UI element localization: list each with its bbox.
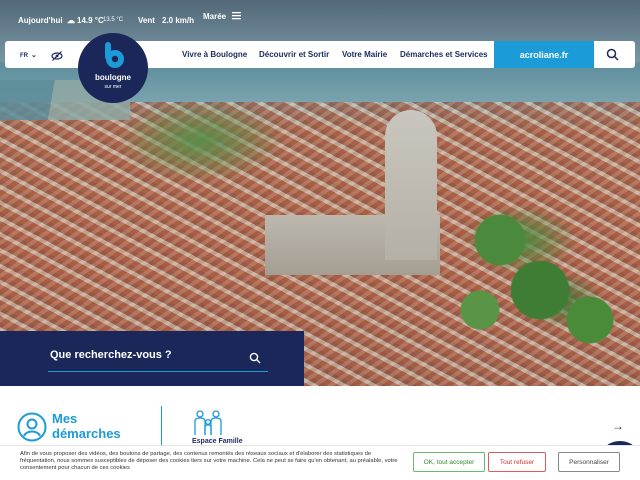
cookie-refuse-button[interactable]: Tout refuser xyxy=(488,452,546,472)
demarches-title[interactable]: Mes démarches xyxy=(52,411,121,441)
cookie-accept-button[interactable]: OK, tout accepter xyxy=(413,452,485,472)
logo-subtitle: sur mer xyxy=(104,84,122,90)
language-selector[interactable]: FR ⌄ xyxy=(20,51,37,59)
weather-bar: Aujourd'hui ☁ 14.9 °C 13.5 °C Vent 2.0 k… xyxy=(0,0,640,34)
search-panel[interactable]: Que recherchez-vous ? xyxy=(0,331,304,386)
accessibility-eye-icon[interactable] xyxy=(51,49,63,61)
logo-wordmark: boulogne xyxy=(95,73,131,82)
acroliane-button[interactable]: acroliane.fr xyxy=(494,41,594,68)
demarches-title-line1: Mes xyxy=(52,411,78,426)
nav-item-demarches[interactable]: Démarches et Services xyxy=(400,50,488,59)
logo-b-mark-icon xyxy=(99,41,127,71)
weather-today-label: Aujourd'hui xyxy=(18,16,63,25)
user-circle-icon xyxy=(17,412,47,442)
cookie-text: Afin de vous proposer des vidéos, des bo… xyxy=(20,451,398,471)
demarches-title-line2: démarches xyxy=(52,426,121,441)
cookie-customize-button[interactable]: Personnaliser xyxy=(558,452,620,472)
chevron-down-icon: ⌄ xyxy=(31,52,37,59)
search-panel-icon[interactable] xyxy=(249,351,261,364)
cloud-icon: ☁ xyxy=(67,16,75,25)
family-icon[interactable] xyxy=(192,409,224,437)
site-logo[interactable]: boulogne sur mer xyxy=(78,33,148,103)
nav-item-mairie[interactable]: Votre Mairie xyxy=(342,50,387,59)
language-label: FR xyxy=(20,53,28,59)
espace-famille-label[interactable]: Espace Famille xyxy=(192,438,243,445)
hero-cathedral-dome xyxy=(385,110,437,260)
hero-trees xyxy=(440,200,640,350)
weather-wind-label: Vent xyxy=(138,16,155,25)
weather-temp: 14.9 °C xyxy=(77,16,104,25)
search-label[interactable]: Que recherchez-vous ? xyxy=(50,349,172,361)
arrow-right-icon[interactable]: → xyxy=(612,419,624,433)
demarches-divider xyxy=(161,406,162,446)
nav-item-vivre[interactable]: Vivre à Boulogne xyxy=(182,50,247,59)
weather-tide-label[interactable]: Marée xyxy=(203,12,226,21)
tide-icon[interactable] xyxy=(232,11,241,22)
weather-temp-min: 13.5 °C xyxy=(103,17,124,23)
search-icon[interactable] xyxy=(606,48,619,61)
weather-wind-value: 2.0 km/h xyxy=(162,16,195,25)
nav-item-decouvrir[interactable]: Découvrir et Sortir xyxy=(259,50,329,59)
cookie-banner: Afin de vous proposer des vidéos, des bo… xyxy=(0,445,640,480)
search-underline xyxy=(48,371,268,372)
